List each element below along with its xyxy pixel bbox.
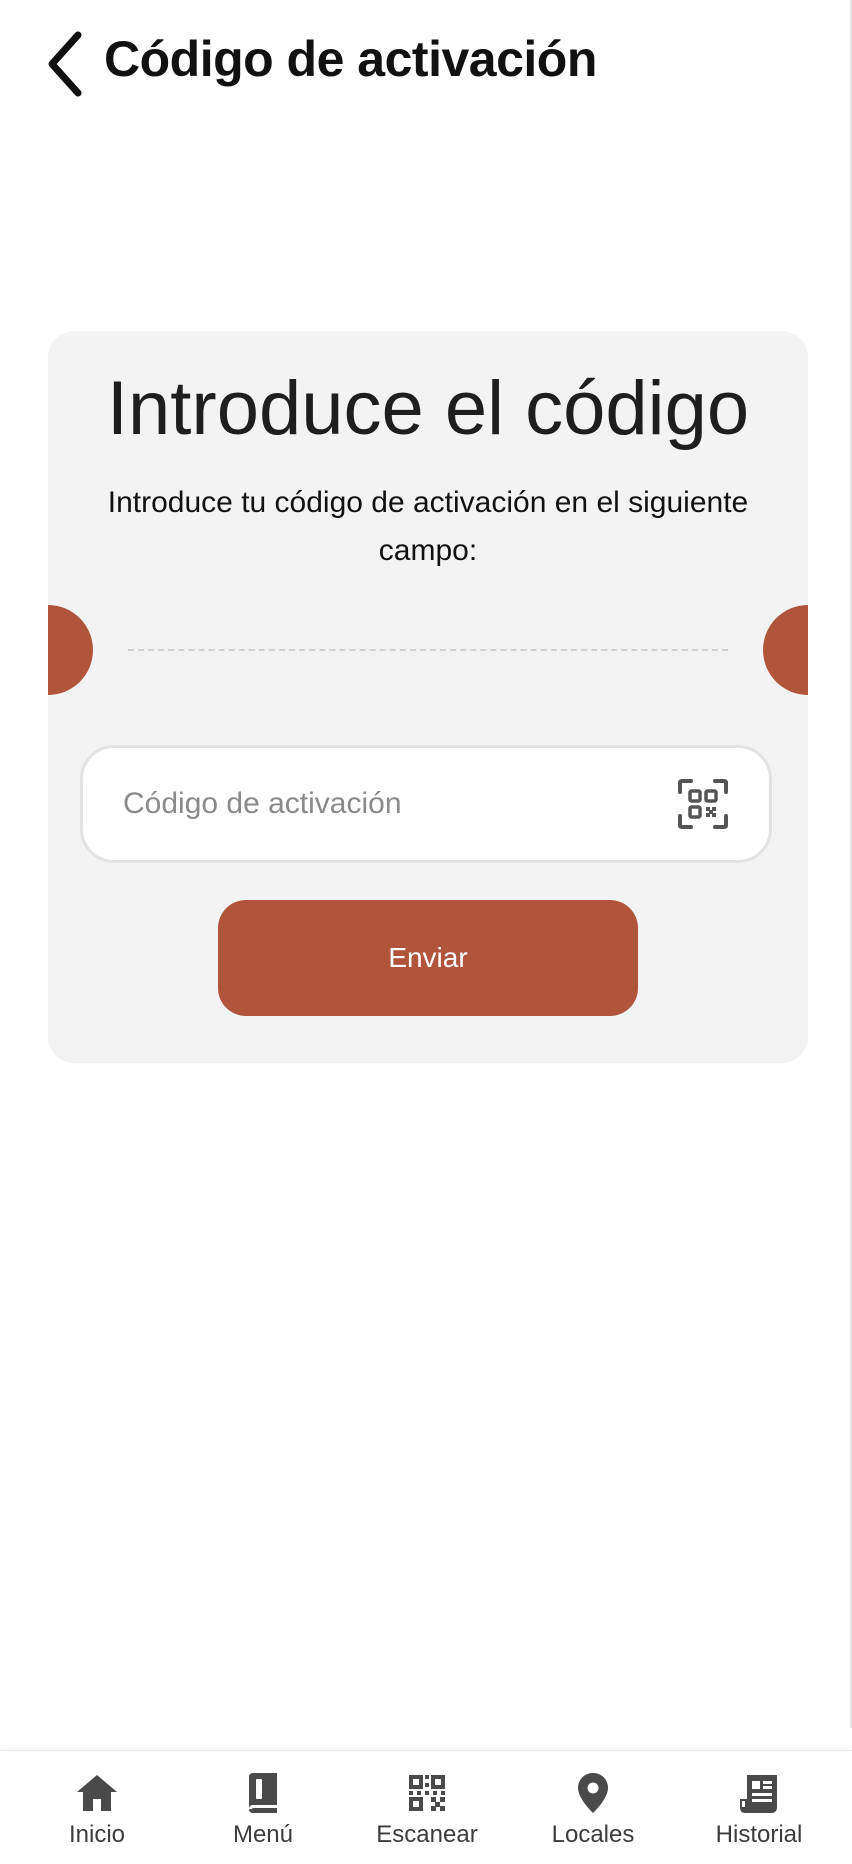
nav-item-inicio[interactable]: Inicio bbox=[22, 1751, 172, 1864]
nav-item-escanear[interactable]: Escanear bbox=[352, 1751, 502, 1864]
nav-label-historial: Historial bbox=[715, 1821, 803, 1848]
ticket-notch-left bbox=[48, 605, 93, 695]
nav-label-escanear: Escanear bbox=[376, 1821, 478, 1848]
qr-scan-icon bbox=[678, 779, 728, 829]
nav-label-menu: Menú bbox=[232, 1821, 294, 1848]
page-title: Código de activación bbox=[104, 31, 597, 87]
bottom-navigation: Inicio Menú Escanear Locales Historial bbox=[0, 1750, 852, 1864]
map-pin-icon bbox=[578, 1773, 608, 1813]
activation-code-input[interactable] bbox=[123, 748, 643, 860]
card-title: Introduce el código bbox=[106, 366, 750, 451]
activation-code-field bbox=[80, 745, 772, 863]
back-button[interactable] bbox=[36, 24, 96, 104]
nav-item-historial[interactable]: Historial bbox=[684, 1751, 834, 1864]
nav-label-inicio: Inicio bbox=[68, 1821, 126, 1848]
dashed-divider bbox=[128, 649, 728, 651]
qr-code-icon bbox=[409, 1775, 445, 1811]
send-button[interactable]: Enviar bbox=[218, 900, 638, 1016]
book-icon bbox=[249, 1773, 277, 1813]
receipt-icon bbox=[740, 1775, 777, 1813]
app-header: Código de activación bbox=[0, 0, 852, 130]
card-description: Introduce tu código de activación en el … bbox=[107, 486, 749, 567]
nav-label-locales: Locales bbox=[551, 1821, 635, 1848]
nav-item-locales[interactable]: Locales bbox=[518, 1751, 668, 1864]
activation-card: Introduce el código Introduce tu código … bbox=[48, 331, 808, 1063]
home-icon bbox=[77, 1775, 117, 1811]
nav-item-menu[interactable]: Menú bbox=[188, 1751, 338, 1864]
ticket-notch-right bbox=[763, 605, 808, 695]
activation-code-screen: Código de activación Introduce el código… bbox=[0, 0, 852, 1864]
chevron-left-icon bbox=[48, 31, 82, 97]
scan-qr-button[interactable] bbox=[677, 778, 729, 830]
